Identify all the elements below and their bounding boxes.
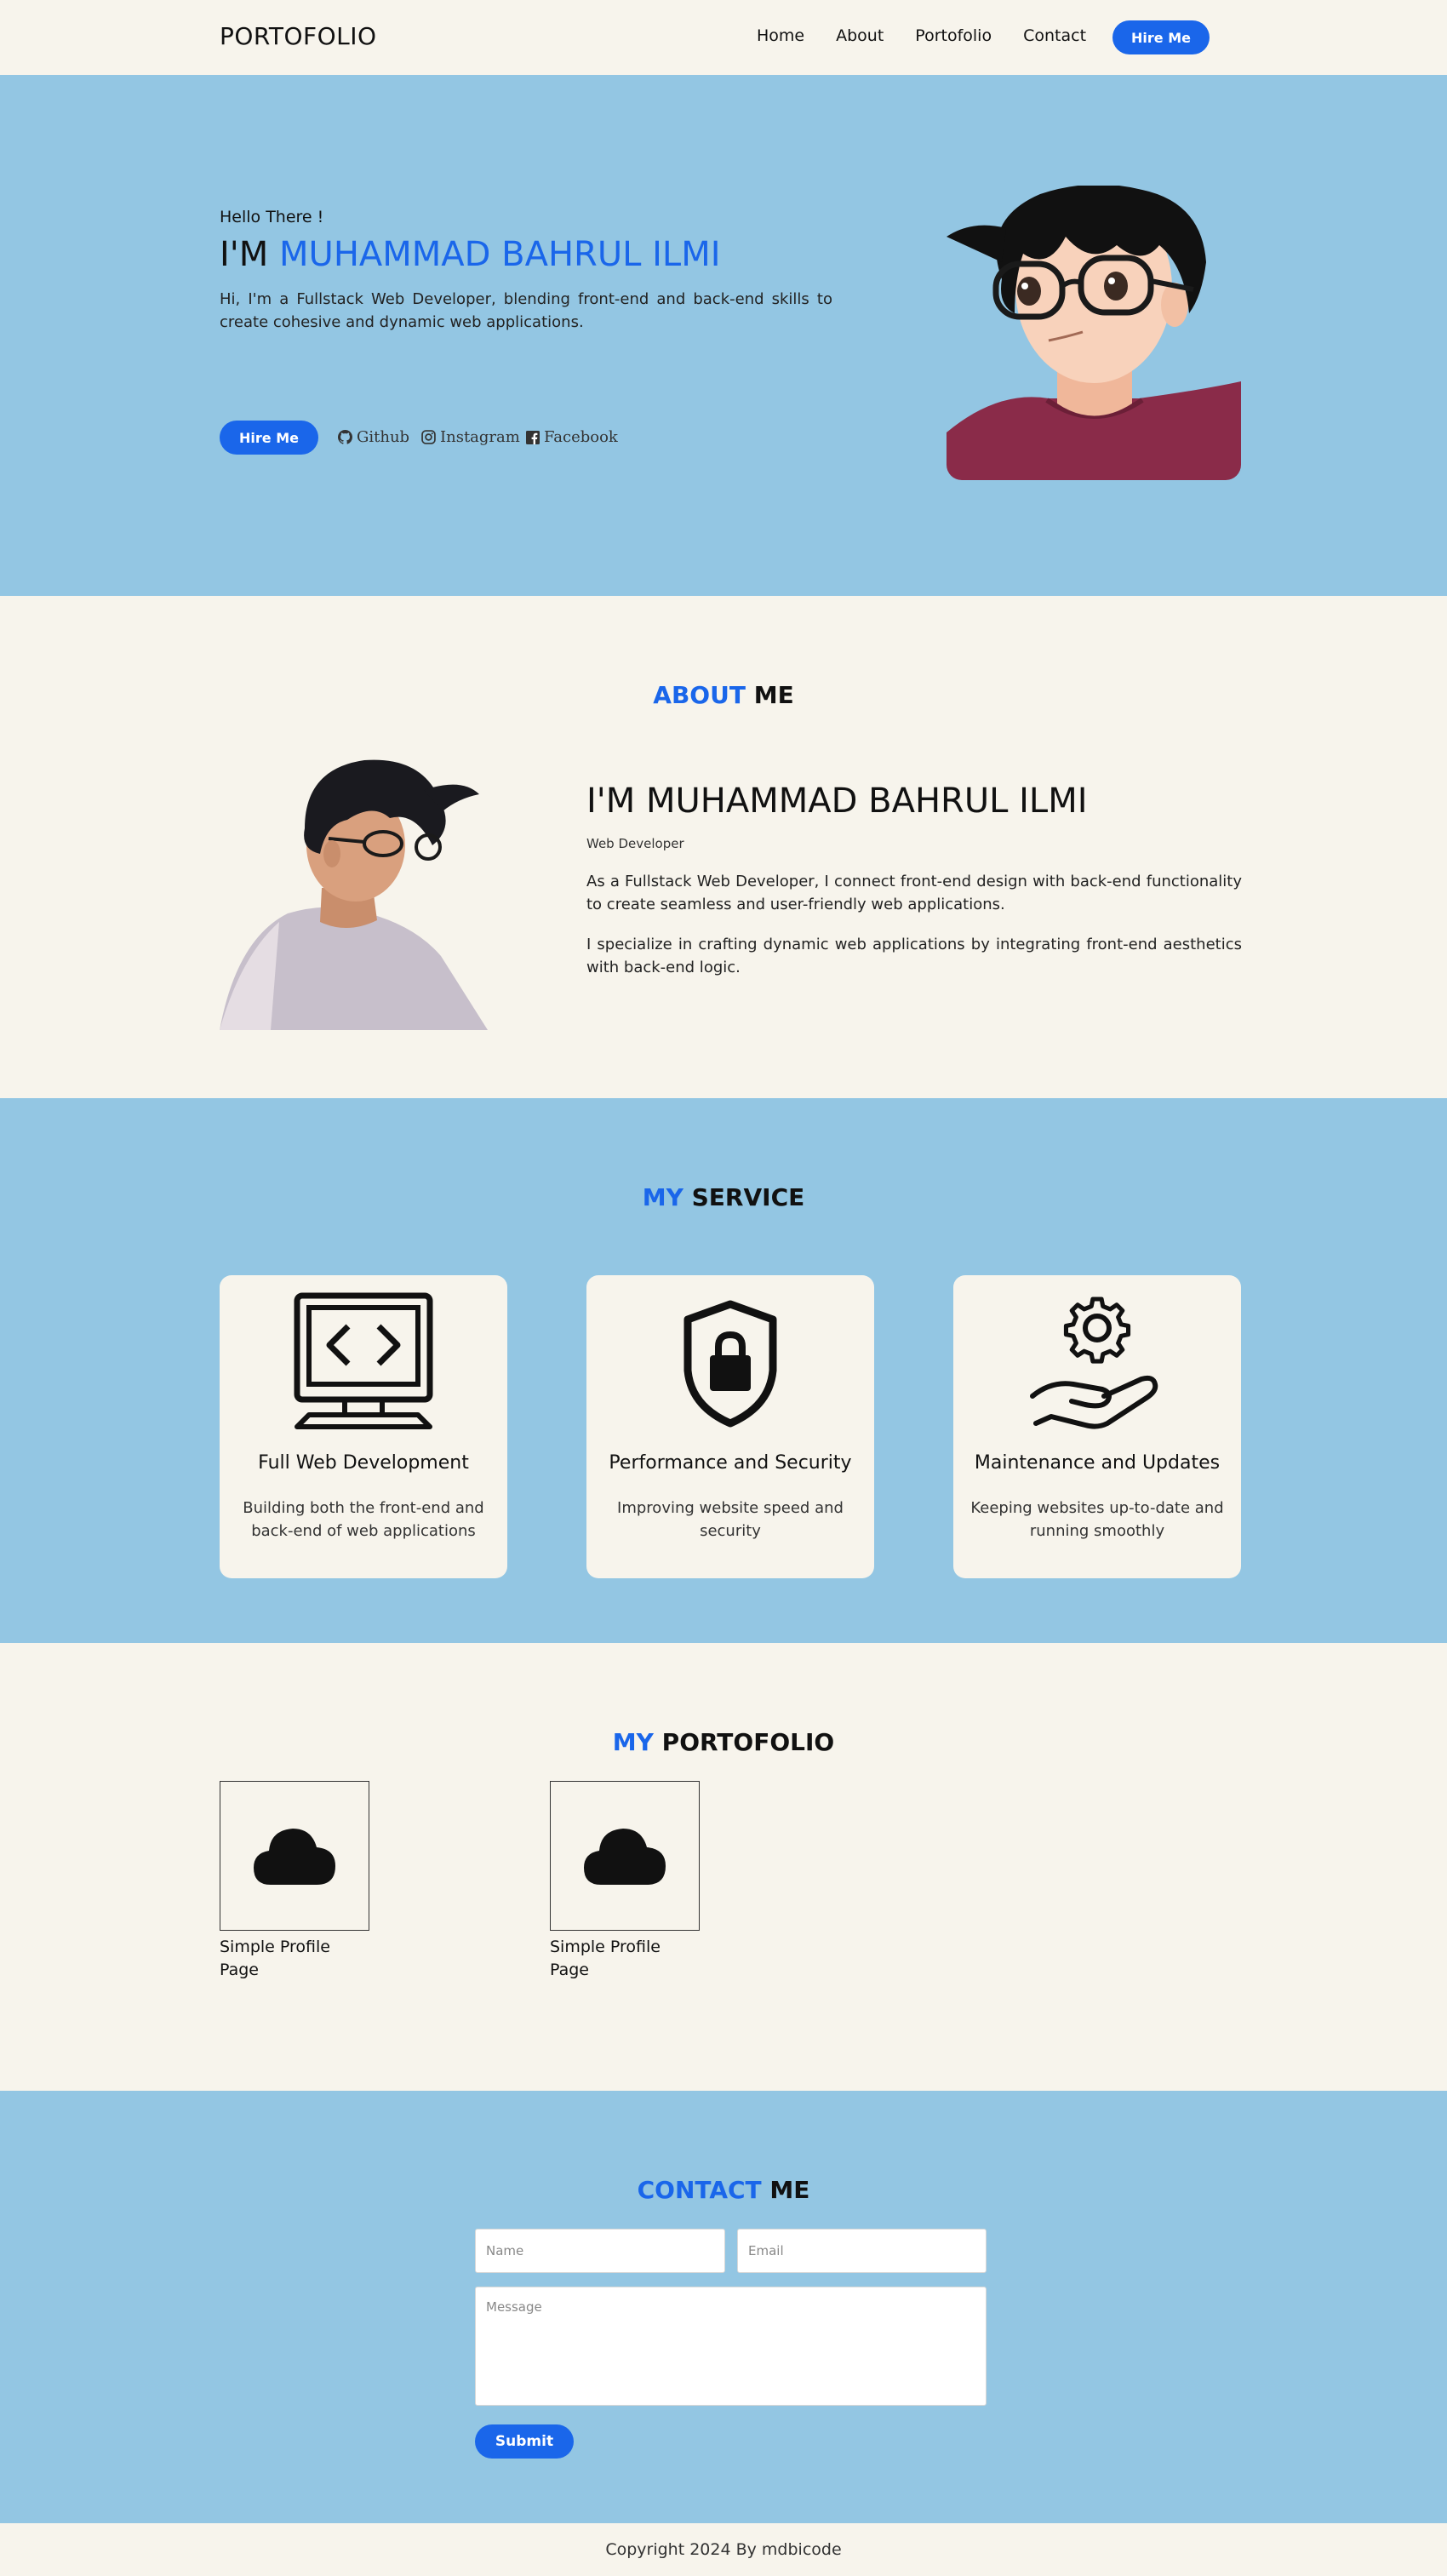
service-title-rest: SERVICE	[691, 1183, 805, 1211]
hero-description: Hi, I'm a Fullstack Web Developer, blend…	[220, 290, 832, 331]
footer: Copyright 2024 By mdbicode	[0, 2523, 1447, 2576]
about-section-title: ABOUT ME	[0, 681, 1447, 709]
portfolio-section: MY PORTOFOLIO Simple Profile Page Simple…	[0, 1643, 1447, 2091]
github-icon	[338, 430, 352, 444]
contact-section-title: CONTACT ME	[0, 2176, 1447, 2204]
contact-title-highlight: CONTACT	[637, 2176, 762, 2204]
contact-title-rest: ME	[769, 2176, 810, 2204]
nav-link-about[interactable]: About	[836, 26, 884, 45]
hero-avatar-image	[947, 186, 1241, 480]
portfolio-title-rest: PORTOFOLIO	[661, 1728, 835, 1756]
about-name: I'M MUHAMMAD BAHRUL ILMI	[586, 781, 1088, 821]
cloud-icon	[254, 1829, 335, 1885]
service-card-description: Improving website speed and security	[617, 1499, 844, 1540]
computer-code-icon	[220, 1289, 507, 1432]
about-avatar-image	[220, 752, 492, 1030]
contact-submit-button[interactable]: Submit	[475, 2424, 574, 2459]
portfolio-item[interactable]: Simple Profile Page	[220, 1781, 369, 1982]
portfolio-item-label[interactable]: Simple Profile Page	[220, 1936, 356, 1982]
contact-email-input[interactable]	[737, 2229, 987, 2273]
service-card-description: Keeping websites up-to-date and running …	[970, 1499, 1224, 1540]
portfolio-title-highlight: MY	[612, 1728, 654, 1756]
portfolio-item-label[interactable]: Simple Profile Page	[550, 1936, 686, 1982]
navbar: PORTOFOLIO Home About Portofolio Contact…	[0, 0, 1447, 75]
gear-hand-icon	[953, 1289, 1241, 1432]
service-card: Maintenance and Updates Keeping websites…	[953, 1275, 1241, 1578]
hero-title-prefix: I'M	[220, 235, 269, 274]
service-section-title: MY SERVICE	[0, 1183, 1447, 1211]
service-card-title: Full Web Development	[258, 1452, 469, 1474]
nav-link-contact[interactable]: Contact	[1023, 26, 1086, 45]
github-label: Github	[357, 428, 410, 446]
instagram-label: Instagram	[440, 428, 520, 446]
service-card: Performance and Security Improving websi…	[586, 1275, 874, 1578]
hero-hire-me-button[interactable]: Hire Me	[220, 421, 318, 455]
about-title-highlight: ABOUT	[653, 681, 746, 709]
hero-greeting: Hello There !	[220, 208, 324, 226]
hero-title-name: MUHAMMAD BAHRUL ILMI	[279, 235, 721, 274]
nav-hire-me-button[interactable]: Hire Me	[1112, 20, 1210, 54]
nav-links: Home About Portofolio Contact	[757, 26, 1086, 45]
service-card-title: Performance and Security	[609, 1452, 852, 1474]
instagram-icon	[421, 430, 436, 444]
nav-link-portofolio[interactable]: Portofolio	[915, 26, 992, 45]
about-paragraph-1: As a Fullstack Web Developer, I connect …	[586, 873, 1242, 913]
hero-section: Hello There ! I'M MUHAMMAD BAHRUL ILMI H…	[0, 75, 1447, 596]
contact-section: CONTACT ME Submit	[0, 2091, 1447, 2523]
about-section: ABOUT ME I'M MUHAMMAD BAHRUL ILMI Web De…	[0, 596, 1447, 1098]
hero-title: I'M MUHAMMAD BAHRUL ILMI	[220, 235, 721, 274]
about-title-rest: ME	[753, 681, 794, 709]
shield-lock-icon	[586, 1289, 874, 1432]
nav-link-home[interactable]: Home	[757, 26, 804, 45]
service-card-title: Maintenance and Updates	[974, 1452, 1221, 1474]
portfolio-thumbnail[interactable]	[220, 1781, 369, 1931]
footer-copyright: Copyright 2024 By mdbicode	[605, 2540, 842, 2559]
contact-message-input[interactable]	[475, 2287, 987, 2406]
instagram-link[interactable]: Instagram	[421, 428, 520, 446]
facebook-label: Facebook	[544, 428, 618, 446]
github-link[interactable]: Github	[338, 428, 409, 446]
service-title-highlight: MY	[642, 1183, 683, 1211]
facebook-link[interactable]: Facebook	[526, 428, 618, 446]
portfolio-item[interactable]: Simple Profile Page	[550, 1781, 700, 1982]
site-logo[interactable]: PORTOFOLIO	[220, 22, 377, 50]
about-role: Web Developer	[586, 836, 684, 851]
service-section: MY SERVICE Full Web Development Building…	[0, 1098, 1447, 1643]
portfolio-thumbnail[interactable]	[550, 1781, 700, 1931]
about-paragraph-2: I specialize in crafting dynamic web app…	[586, 936, 1242, 976]
cloud-icon	[584, 1829, 666, 1885]
service-card: Full Web Development Building both the f…	[220, 1275, 507, 1578]
service-card-description: Building both the front-end and back-end…	[243, 1499, 484, 1540]
portfolio-section-title: MY PORTOFOLIO	[0, 1728, 1447, 1756]
contact-name-input[interactable]	[475, 2229, 725, 2273]
facebook-icon	[526, 430, 540, 444]
